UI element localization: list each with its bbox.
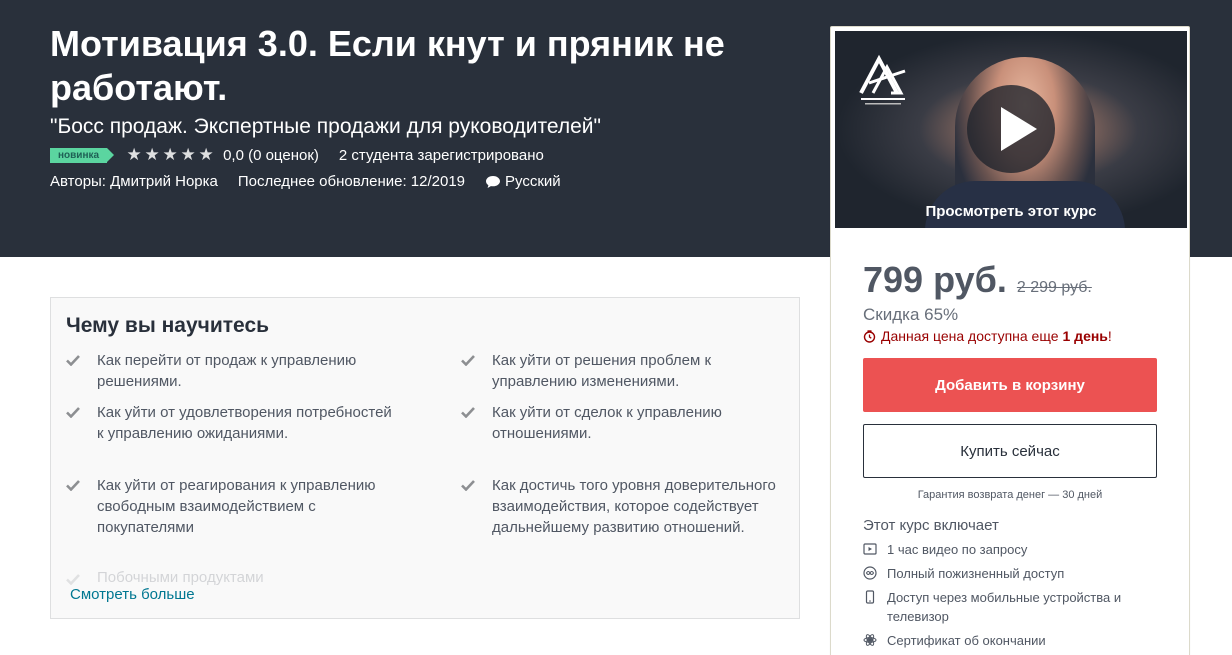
checkmark-icon: [66, 407, 80, 418]
deadline-text: Данная цена доступна еще: [881, 328, 1059, 344]
learn-item: Как перейти от продаж к управлению решен…: [66, 350, 396, 402]
what-you-learn-box: Чему вы научитесь Как перейти от продаж …: [50, 297, 800, 619]
checkmark-icon: [461, 407, 475, 418]
price-deadline: Данная цена доступна еще 1 день !: [863, 328, 1112, 344]
checkmark-icon: [66, 574, 80, 585]
meta-row: Авторы: Дмитрий Норка Последнее обновлен…: [50, 173, 581, 190]
alarm-clock-icon: [863, 329, 876, 343]
learn-item: Как уйти от удовлетворения потребностей …: [66, 402, 396, 475]
learn-item: Как уйти от решения проблем к управлению…: [461, 350, 791, 402]
money-back-guarantee: Гарантия возврата денег — 30 дней: [917, 489, 1103, 501]
language-label: Русский: [505, 173, 561, 190]
last-updated: Последнее обновление: 12/2019: [237, 173, 466, 190]
star-icon: ★: [180, 145, 196, 164]
deadline-end: !: [1107, 328, 1112, 344]
rating-stars: ★ ★ ★ ★ ★: [125, 145, 215, 164]
rating-row: новинка ★ ★ ★ ★ ★ 0,0 (0 оценок) 2 студе…: [50, 146, 544, 164]
learn-item: Как достичь того уровня доверительного в…: [461, 475, 791, 538]
rating-text[interactable]: 0,0 (0 оценок): [223, 147, 319, 164]
infinity-icon: [863, 566, 877, 580]
checkmark-icon: [66, 355, 80, 366]
checkmark-icon: [461, 480, 475, 491]
learn-list-right: Как уйти от решения проблем к управлению…: [461, 350, 791, 538]
deadline-days: 1 день: [1062, 328, 1108, 344]
learn-item: Как уйти от сделок к управлению отношени…: [461, 402, 791, 475]
certificate-icon: [863, 634, 877, 646]
add-to-cart-button[interactable]: Добавить в корзину: [863, 358, 1157, 412]
authors[interactable]: Авторы: Дмитрий Норка: [50, 173, 218, 190]
learn-item-faded: Побочными продуктами: [66, 569, 264, 586]
includes-item: 1 час видео по запросу: [863, 540, 1163, 559]
speech-bubble-icon: [486, 175, 501, 188]
star-icon: ★: [144, 145, 160, 164]
includes-list: 1 час видео по запросу Полный пожизненны…: [863, 540, 1163, 655]
includes-title: Этот курс включает: [863, 517, 999, 534]
checkmark-icon: [66, 480, 80, 491]
course-title: Мотивация 3.0. Если кнут и пряник не раб…: [50, 23, 725, 108]
brand-logo-icon: [859, 54, 906, 105]
includes-item: Полный пожизненный доступ: [863, 564, 1163, 583]
includes-item: Сертификат об окончании: [863, 631, 1163, 650]
star-icon: ★: [126, 145, 142, 164]
learn-item: Как уйти от реагирования к управлению св…: [66, 475, 396, 538]
preview-label: Просмотреть этот курс: [925, 203, 1097, 220]
purchase-card: Просмотреть этот курс 799 руб. 2 299 руб…: [830, 26, 1190, 655]
checkmark-icon: [461, 355, 475, 366]
course-subtitle: "Босс продаж. Экспертные продажи для рук…: [50, 115, 601, 138]
course-preview-video[interactable]: Просмотреть этот курс: [835, 31, 1187, 228]
mobile-icon: [865, 590, 875, 604]
includes-item: Доступ через мобильные устройства и теле…: [863, 588, 1163, 626]
learn-title: Чему вы научитесь: [66, 314, 270, 337]
star-icon: ★: [198, 145, 214, 164]
buy-now-button[interactable]: Купить сейчас: [863, 424, 1157, 478]
students-count: 2 студента зарегистрировано: [338, 146, 544, 164]
language: Русский: [485, 173, 561, 190]
learn-list-left: Как перейти от продаж к управлению решен…: [66, 350, 396, 538]
play-icon: [1001, 107, 1037, 151]
play-button[interactable]: [967, 85, 1055, 173]
video-icon: [863, 543, 877, 555]
star-icon: ★: [162, 145, 178, 164]
discount-label: Скидка 65%: [863, 305, 959, 324]
original-price: 2 299 руб.: [1016, 279, 1092, 296]
new-badge: новинка: [50, 147, 115, 163]
price-row: 799 руб. 2 299 руб.: [863, 259, 1092, 301]
current-price: 799 руб.: [863, 259, 1007, 300]
see-more-link[interactable]: Смотреть больше: [70, 586, 201, 603]
